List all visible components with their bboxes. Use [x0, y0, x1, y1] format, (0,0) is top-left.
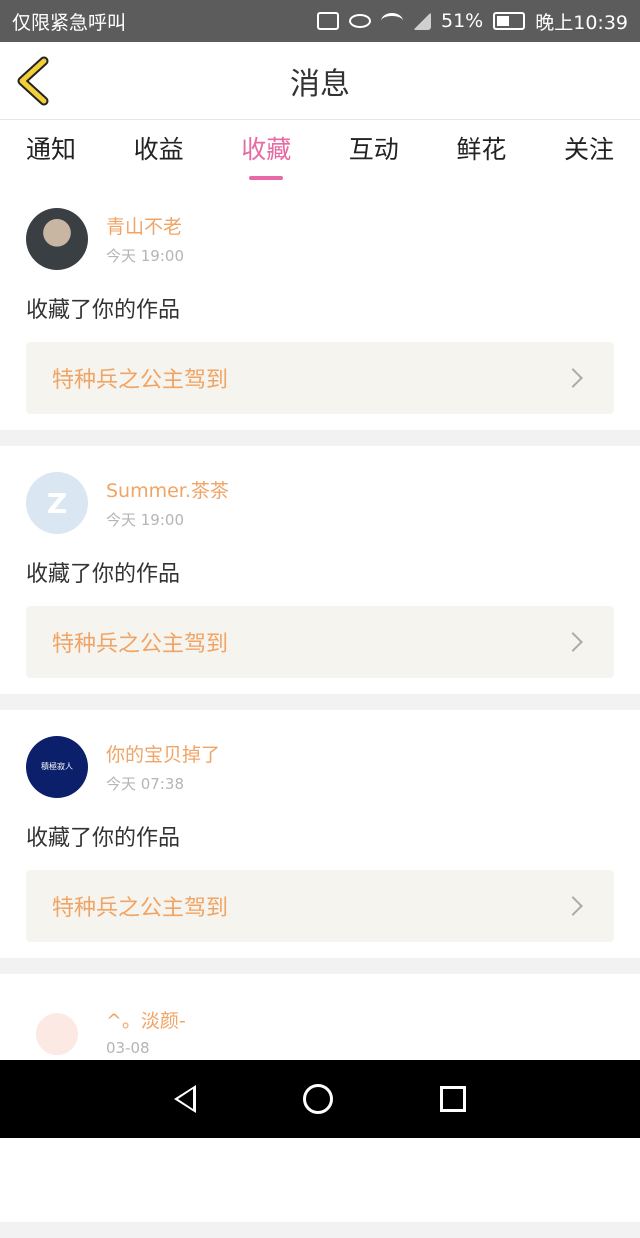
nav-home-icon[interactable] — [302, 1084, 333, 1114]
status-time: 晚上10:39 — [535, 11, 628, 34]
work-link[interactable]: 特种兵之公主驾到 — [26, 606, 614, 678]
avatar[interactable] — [26, 208, 88, 270]
action-text: 收藏了你的作品 — [26, 826, 181, 851]
tab-favorites[interactable]: 收藏 — [241, 130, 291, 172]
status-carrier-text: 仅限紧急呼叫 — [12, 11, 127, 34]
message-card: 青山不老 今天 19:00 收藏了你的作品 特种兵之公主驾到 — [0, 182, 640, 430]
timestamp: 今天 19:00 — [106, 247, 184, 265]
nav-back-icon[interactable] — [173, 1085, 196, 1113]
chevron-right-icon — [563, 896, 583, 916]
username[interactable]: 青山不老 — [106, 212, 184, 239]
work-title: 特种兵之公主驾到 — [52, 896, 229, 921]
avatar[interactable] — [26, 472, 88, 534]
username[interactable]: 你的宝贝掉了 — [106, 740, 220, 767]
work-link[interactable]: 特种兵之公主驾到 — [26, 870, 614, 942]
tab-notifications[interactable]: 通知 — [26, 130, 76, 172]
username[interactable]: ^。淡颜- — [106, 1006, 186, 1033]
action-text: 收藏了你的作品 — [26, 562, 181, 587]
avatar[interactable]: 積極寂人 — [26, 736, 88, 798]
wifi-icon — [381, 13, 403, 29]
tab-interaction[interactable]: 互动 — [349, 130, 399, 172]
chevron-right-icon — [563, 368, 583, 388]
message-card: Summer.茶茶 今天 19:00 收藏了你的作品 特种兵之公主驾到 — [0, 446, 640, 694]
tab-flowers[interactable]: 鲜花 — [456, 130, 506, 172]
message-card: 積極寂人 你的宝贝掉了 今天 07:38 收藏了你的作品 特种兵之公主驾到 — [0, 710, 640, 958]
tab-bar: 通知 收益 收藏 互动 鲜花 关注 — [0, 120, 640, 182]
work-link[interactable]: 特种兵之公主驾到 — [26, 342, 614, 414]
action-text: 收藏了你的作品 — [26, 298, 181, 323]
system-nav-bar — [0, 1060, 640, 1138]
status-bar: 仅限紧急呼叫 51% 晚上10:39 — [0, 0, 640, 42]
battery-icon — [493, 12, 526, 30]
timestamp: 今天 19:00 — [106, 511, 184, 529]
chevron-right-icon — [563, 632, 583, 652]
tab-follow[interactable]: 关注 — [564, 130, 614, 172]
work-title: 特种兵之公主驾到 — [52, 632, 229, 657]
battery-percent: 51% — [441, 10, 484, 32]
work-title: 特种兵之公主驾到 — [52, 368, 229, 393]
signal-icon — [413, 12, 431, 30]
avatar[interactable] — [26, 1000, 88, 1062]
username[interactable]: Summer.茶茶 — [106, 476, 229, 503]
tab-earnings[interactable]: 收益 — [134, 130, 184, 172]
vibrate-icon — [317, 12, 339, 30]
header: 消息 — [0, 42, 640, 120]
back-chevron-icon[interactable] — [12, 56, 58, 106]
eye-icon — [349, 14, 371, 28]
page-title: 消息 — [290, 66, 350, 102]
timestamp: 今天 07:38 — [106, 775, 184, 793]
nav-recents-icon[interactable] — [440, 1086, 467, 1112]
avatar-text: 積極寂人 — [41, 761, 73, 771]
timestamp: 03-08 — [106, 1038, 150, 1057]
